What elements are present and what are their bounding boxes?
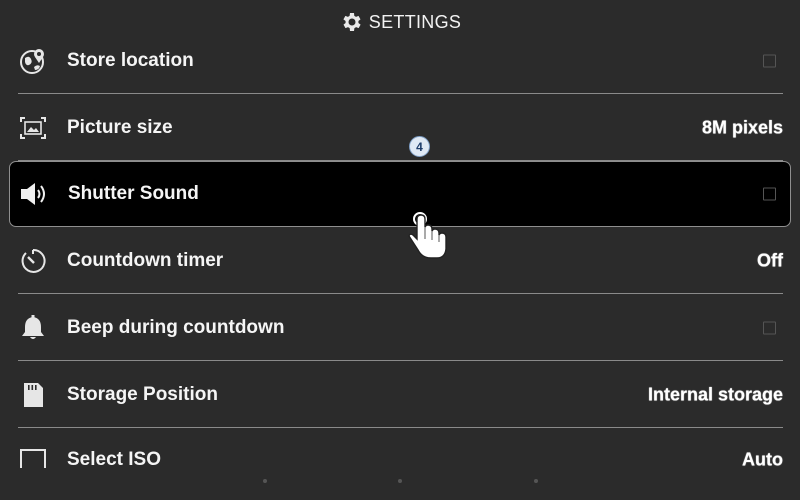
setting-store-location[interactable]: Store location (0, 27, 800, 94)
shutter-sound-checkbox[interactable] (763, 187, 776, 201)
setting-label: Countdown timer (67, 249, 224, 271)
timer-icon (18, 246, 48, 276)
setting-picture-size[interactable]: Picture size 8M pixels (0, 94, 800, 161)
location-globe-icon (18, 46, 48, 76)
picture-size-value: 8M pixels (701, 117, 783, 137)
page-dot (263, 479, 267, 483)
setting-label: Picture size (67, 116, 173, 138)
iso-value: Auto (742, 449, 783, 469)
setting-storage-position[interactable]: Storage Position Internal storage (0, 361, 800, 428)
setting-label: Store location (67, 49, 194, 71)
settings-list: Store location Picture size 8M pixels Sh… (0, 27, 800, 468)
setting-label: Select ISO (67, 449, 161, 468)
tap-hand-icon (408, 212, 447, 259)
setting-shutter-sound[interactable]: Shutter Sound (9, 161, 791, 227)
sd-card-icon (18, 380, 48, 410)
page-dot (534, 479, 538, 483)
setting-beep-during-countdown[interactable]: Beep during countdown (0, 294, 800, 361)
storage-position-value: Internal storage (647, 384, 783, 404)
page-indicator (0, 477, 800, 485)
setting-label: Shutter Sound (68, 183, 199, 204)
setting-label: Beep during countdown (67, 316, 285, 338)
bell-icon (18, 313, 48, 343)
store-location-checkbox[interactable] (763, 54, 776, 67)
setting-label: Storage Position (67, 383, 218, 405)
setting-countdown-timer[interactable]: Countdown timer Off (0, 227, 800, 294)
setting-select-iso[interactable]: Select ISO Auto (0, 428, 800, 468)
iso-icon (18, 445, 48, 468)
picture-size-icon (18, 113, 48, 143)
beep-checkbox[interactable] (763, 321, 776, 334)
touch-step-badge: 4 (409, 136, 430, 157)
speaker-icon (19, 179, 49, 209)
countdown-timer-value: Off (757, 250, 783, 270)
page-dot (398, 479, 402, 483)
